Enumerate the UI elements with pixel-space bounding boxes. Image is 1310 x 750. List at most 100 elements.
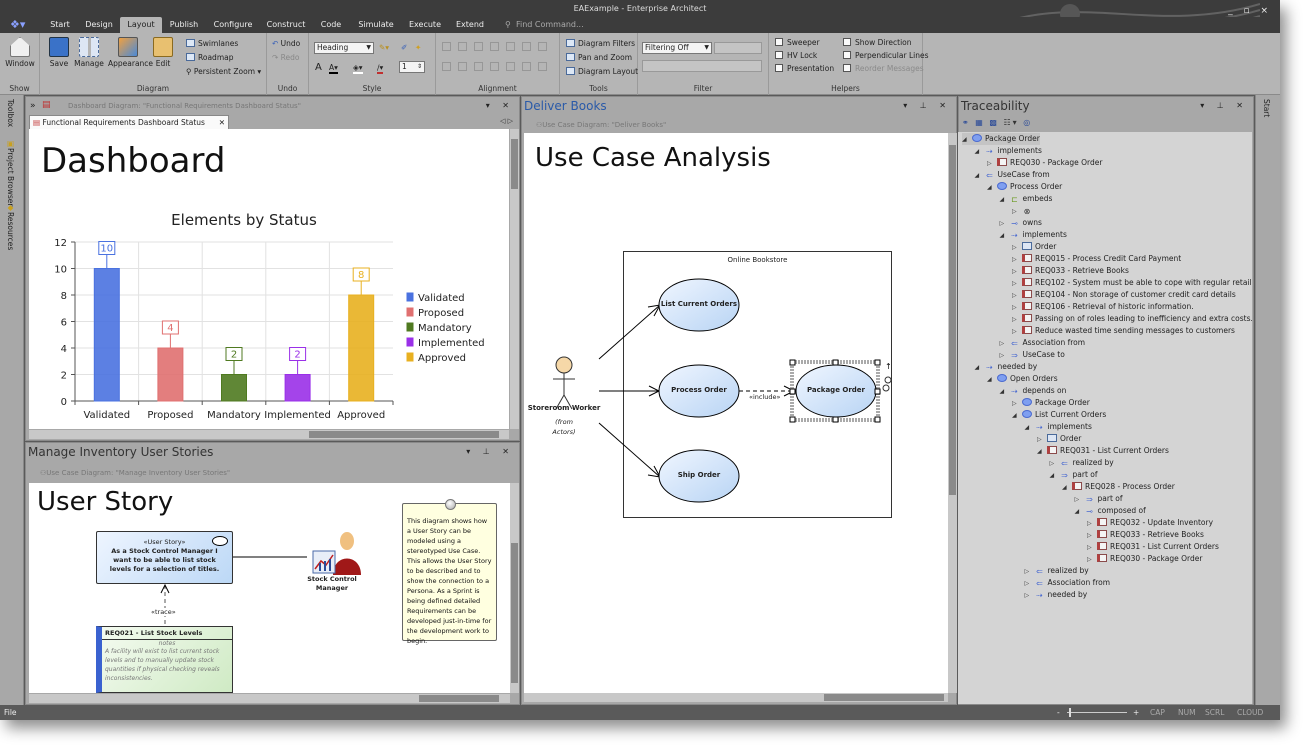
zoom-out-button[interactable]: - bbox=[1057, 705, 1060, 720]
distribute-v-icon[interactable] bbox=[522, 62, 531, 71]
expanded-icon[interactable]: ◢ bbox=[1000, 230, 1010, 242]
close-tab-icon[interactable]: ✕ bbox=[219, 116, 225, 129]
checkbox-box[interactable] bbox=[775, 64, 783, 72]
tree-item[interactable]: ▷ ⇐ realized by bbox=[1025, 565, 1089, 577]
roadmap-button[interactable]: Roadmap bbox=[186, 52, 233, 64]
tree-item[interactable]: ◢ ⇒ part of bbox=[1050, 469, 1098, 481]
tree-item[interactable]: ▷ REQ102 - System must be able to cope wi… bbox=[1012, 277, 1252, 289]
tab-publish[interactable]: Publish bbox=[165, 17, 203, 33]
style-select[interactable]: Heading ▼ bbox=[314, 42, 374, 54]
use-case-canvas[interactable]: Use Case Analysis Online Bookstore ↑ Lis… bbox=[524, 133, 948, 693]
tree-item[interactable]: ◢ ⇢ implements bbox=[975, 145, 1042, 157]
project-browser-tab[interactable]: ▣Project Browser bbox=[6, 139, 15, 206]
align-left-icon[interactable] bbox=[442, 42, 451, 51]
tree-item[interactable]: ▷ Order bbox=[1037, 433, 1081, 445]
dashboard-vertical-scrollbar[interactable] bbox=[510, 129, 519, 429]
user-story-horizontal-scrollbar[interactable] bbox=[29, 694, 510, 703]
pane-controls[interactable]: ▾ ⊥ ✕ bbox=[903, 101, 951, 110]
dashboard-horizontal-scrollbar[interactable] bbox=[29, 430, 509, 439]
diagram-note[interactable]: This diagram shows how a User Story can … bbox=[402, 499, 497, 645]
pane-controls[interactable]: ▾ ✕ bbox=[486, 101, 514, 110]
checkbox-box[interactable] bbox=[775, 51, 783, 59]
user-story-vertical-scrollbar[interactable] bbox=[510, 483, 519, 693]
resources-tab[interactable]: ◆Resources bbox=[6, 203, 15, 250]
tree-item[interactable]: ◢ REQ028 - Process Order bbox=[1062, 481, 1175, 493]
filter-text-input[interactable] bbox=[642, 60, 762, 72]
align-right-icon[interactable] bbox=[474, 42, 483, 51]
fill-color-icon[interactable]: ◈▾ bbox=[353, 62, 363, 74]
tree-item[interactable]: ▷ REQ030 - Package Order bbox=[987, 157, 1102, 169]
filter-select[interactable]: Filtering Off ▼ bbox=[642, 42, 712, 54]
tree-item[interactable]: ▷ REQ030 - Package Order bbox=[1087, 553, 1202, 565]
tree-item[interactable]: ◢ ⇢ implements bbox=[1025, 421, 1092, 433]
align-top-icon[interactable] bbox=[490, 42, 499, 51]
helper-perpendicular-lines-checkbox[interactable]: Perpendicular Lines bbox=[843, 50, 929, 62]
diagram-icon[interactable]: ▩ bbox=[989, 118, 999, 127]
tab-scroll-arrows[interactable]: ◁ ▷ bbox=[500, 117, 513, 125]
tree-item[interactable]: ◢ Process Order bbox=[987, 181, 1062, 193]
save-button[interactable]: Save bbox=[42, 37, 76, 68]
tab-layout[interactable]: Layout bbox=[120, 17, 162, 33]
redo-button[interactable]: ↷ Redo bbox=[272, 52, 300, 64]
tree-item[interactable]: ▷ REQ033 - Retrieve Books bbox=[1087, 529, 1204, 541]
checkbox-box[interactable] bbox=[775, 38, 783, 46]
find-command-input[interactable]: ⚲ Find Command... bbox=[505, 17, 584, 33]
tab-extend[interactable]: Extend bbox=[450, 17, 490, 33]
expanded-icon[interactable]: ◢ bbox=[987, 374, 997, 386]
window-button[interactable]: Window bbox=[3, 37, 37, 68]
tree-item[interactable]: ◢ Package Order bbox=[962, 133, 1040, 145]
space-down-icon[interactable] bbox=[490, 62, 499, 71]
space-across-icon[interactable] bbox=[474, 62, 483, 71]
pen-icon[interactable]: ✐ bbox=[401, 42, 407, 54]
use-case-vertical-scrollbar[interactable] bbox=[948, 133, 957, 693]
expanded-icon[interactable]: ◢ bbox=[1075, 506, 1085, 518]
window-controls[interactable]: _ ▫ × bbox=[1228, 3, 1272, 17]
tab-functional-requirements[interactable]: ▤ Functional Requirements Dashboard Stat… bbox=[29, 115, 229, 129]
tree-item[interactable]: ▷ ⇒ UseCase to bbox=[1000, 349, 1065, 361]
zoom-slider-thumb[interactable] bbox=[1069, 708, 1071, 717]
tree-item[interactable]: ▷ Order bbox=[1012, 241, 1056, 253]
pane-controls[interactable]: ▾ ⊥ ✕ bbox=[1200, 101, 1248, 110]
tree-item[interactable]: ▷ Passing on of roles leading to ineffici… bbox=[1012, 313, 1252, 325]
expanded-icon[interactable]: ◢ bbox=[975, 362, 985, 374]
align-center-icon[interactable] bbox=[458, 42, 467, 51]
expanded-icon[interactable]: ◢ bbox=[975, 146, 985, 158]
expanded-icon[interactable]: ◢ bbox=[975, 170, 985, 182]
tree-item[interactable]: ◢ Open Orders bbox=[987, 373, 1058, 385]
expanded-icon[interactable]: ◢ bbox=[987, 182, 997, 194]
highlighter-icon[interactable]: ✦ bbox=[415, 42, 421, 54]
app-menu-icon[interactable]: ❖▾ bbox=[10, 18, 28, 32]
toolbox-tab[interactable]: Toolbox bbox=[6, 99, 15, 127]
line-width-spinner[interactable]: 1 ⇕ bbox=[399, 61, 425, 73]
help-icon[interactable]: ◎ bbox=[1023, 118, 1032, 127]
tab-construct[interactable]: Construct bbox=[263, 17, 309, 33]
tree-item[interactable]: ◢ ⇢ implements bbox=[1000, 229, 1067, 241]
tree-item[interactable]: ▷ ⊸ owns bbox=[1000, 217, 1042, 229]
pan-zoom-button[interactable]: Pan and Zoom bbox=[566, 52, 632, 64]
helper-show-direction-checkbox[interactable]: Show Direction bbox=[843, 37, 912, 49]
grid-layout-icon[interactable] bbox=[538, 62, 547, 71]
tree-item[interactable]: ◢ REQ031 - List Current Orders bbox=[1037, 445, 1169, 457]
user-story-canvas[interactable]: User Story «User Story» As a Stock Contr… bbox=[29, 483, 510, 693]
helper-sweeper-checkbox[interactable]: Sweeper bbox=[775, 37, 820, 49]
edit-button[interactable]: Edit bbox=[148, 37, 178, 68]
filter-secondary-select[interactable] bbox=[714, 42, 762, 54]
expanded-icon[interactable]: ◢ bbox=[1037, 446, 1047, 458]
collapsed-icon[interactable]: ▷ bbox=[1025, 590, 1035, 602]
use-case-horizontal-scrollbar[interactable] bbox=[524, 693, 948, 702]
pane-controls[interactable]: ▾ ⊥ ✕ bbox=[466, 447, 514, 456]
tree-item[interactable]: ◢ ⇢ needed by bbox=[975, 361, 1038, 373]
checkbox-box[interactable] bbox=[843, 64, 851, 72]
tab-start[interactable]: Start bbox=[45, 17, 75, 33]
tab-execute[interactable]: Execute bbox=[404, 17, 446, 33]
send-backward-icon[interactable] bbox=[538, 42, 547, 51]
tree-item[interactable]: ▷ REQ015 - Process Credit Card Payment bbox=[1012, 253, 1181, 265]
tab-configure[interactable]: Configure bbox=[206, 17, 260, 33]
align-middle-icon[interactable] bbox=[506, 42, 515, 51]
expanded-icon[interactable]: ◢ bbox=[1025, 422, 1035, 434]
levels-icon[interactable]: ☷▾ bbox=[1003, 118, 1018, 127]
distribute-h-icon[interactable] bbox=[506, 62, 515, 71]
checkbox-box[interactable] bbox=[843, 51, 851, 59]
helper-hv-lock-checkbox[interactable]: HV Lock bbox=[775, 50, 817, 62]
expanded-icon[interactable]: ◢ bbox=[1062, 482, 1072, 494]
